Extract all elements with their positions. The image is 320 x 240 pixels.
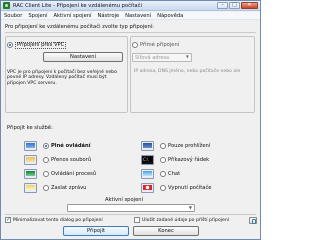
data-settings-icon[interactable] <box>249 217 257 224</box>
direct-description: IP adresa, DNS jméno, nebo počítače nebo… <box>134 69 241 74</box>
service-radio-view-only[interactable] <box>160 143 166 149</box>
menu-bar: Soubor Spojení Aktivní spojení Nástroje … <box>1 12 260 20</box>
service-radio-file-transfer[interactable] <box>43 157 49 163</box>
menu-spojeni[interactable]: Spojení <box>25 13 50 19</box>
process-control-icon <box>24 169 37 179</box>
maximize-button[interactable]: □ <box>229 2 240 9</box>
menu-napoveda[interactable]: Nápověda <box>154 13 186 19</box>
direct-radio[interactable] <box>132 42 138 48</box>
service-label-file-transfer[interactable]: Přenos souborů <box>51 157 91 163</box>
service-label-shutdown[interactable]: Vypnutí počítače <box>168 185 212 191</box>
menu-nastroje[interactable]: Nástroje <box>95 13 123 19</box>
divider <box>5 214 256 215</box>
minimize-button[interactable]: – <box>217 2 228 9</box>
service-radio-chat[interactable] <box>160 171 166 177</box>
title-bar: RAC Client Lite - Připojení ke vzdáleném… <box>1 1 260 11</box>
intro-text: Pro připojení ke vzdálenému počítači zvo… <box>5 24 154 30</box>
window-title: RAC Client Lite - Připojení ke vzdáleném… <box>13 2 142 9</box>
service-radio-send-message[interactable] <box>43 185 49 191</box>
vpc-description: VPC je pro připojení k počítači bez veře… <box>7 70 117 86</box>
divider <box>5 32 256 33</box>
service-radio-shutdown[interactable] <box>160 185 166 191</box>
address-input[interactable]: Síťová adresa ▼ <box>132 53 192 62</box>
app-icon <box>3 2 10 9</box>
save-data-checkbox[interactable] <box>134 217 140 223</box>
command-line-icon: C:\ <box>141 155 154 165</box>
service-label-process-control[interactable]: Ovládání procesů <box>51 171 96 177</box>
address-placeholder: Síťová adresa <box>135 54 170 61</box>
shutdown-icon <box>141 183 154 193</box>
service-radio-process-control[interactable] <box>43 171 49 177</box>
save-data-label[interactable]: Uložit zadané údaje po příští připojení <box>142 218 229 223</box>
full-control-icon <box>24 141 37 151</box>
chat-icon <box>141 169 154 179</box>
service-label-full-control[interactable]: Plné ovládání <box>51 143 91 149</box>
app-window: RAC Client Lite - Připojení ke vzdáleném… <box>0 0 261 240</box>
chevron-down-icon: ▼ <box>188 205 192 210</box>
service-label-view-only[interactable]: Pouze prohlížení <box>168 143 210 149</box>
direct-option-label[interactable]: Přímé připojení <box>140 42 179 48</box>
menu-soubor[interactable]: Soubor <box>1 13 25 19</box>
view-only-icon <box>141 141 154 151</box>
file-transfer-icon <box>24 155 37 165</box>
minimize-dialog-checkbox[interactable] <box>5 216 11 223</box>
service-label-chat[interactable]: Chat <box>168 171 180 177</box>
vpc-settings-button[interactable]: Nastavení <box>43 52 123 62</box>
active-connections-select[interactable]: ▼ <box>67 204 195 212</box>
close-app-button[interactable]: Konec <box>133 226 199 236</box>
connect-button[interactable]: Připojit <box>63 226 129 236</box>
menu-aktivni-spojeni[interactable]: Aktivní spojení <box>50 13 94 19</box>
vpc-option-label[interactable]: Připojení přes VPC <box>15 42 67 49</box>
dropdown-arrow-icon: ▼ <box>185 54 189 59</box>
window-controls: – □ ✕ <box>217 2 258 9</box>
service-radio-full-control[interactable] <box>43 143 49 149</box>
service-label-command-line[interactable]: Příkazový řádek <box>168 157 209 163</box>
services-heading: Připojit ke službě: <box>7 125 53 131</box>
service-label-send-message[interactable]: Zaslat zprávu <box>51 185 86 191</box>
minimize-dialog-label[interactable]: Minimalizovat tento dialog po připojení <box>13 218 103 223</box>
active-connections-label: Aktivní spojení <box>105 197 144 203</box>
close-button[interactable]: ✕ <box>241 2 258 9</box>
menu-nastaveni[interactable]: Nastavení <box>122 13 154 19</box>
vpc-radio[interactable] <box>7 42 13 48</box>
send-message-icon <box>24 183 37 193</box>
service-radio-command-line[interactable] <box>160 157 166 163</box>
